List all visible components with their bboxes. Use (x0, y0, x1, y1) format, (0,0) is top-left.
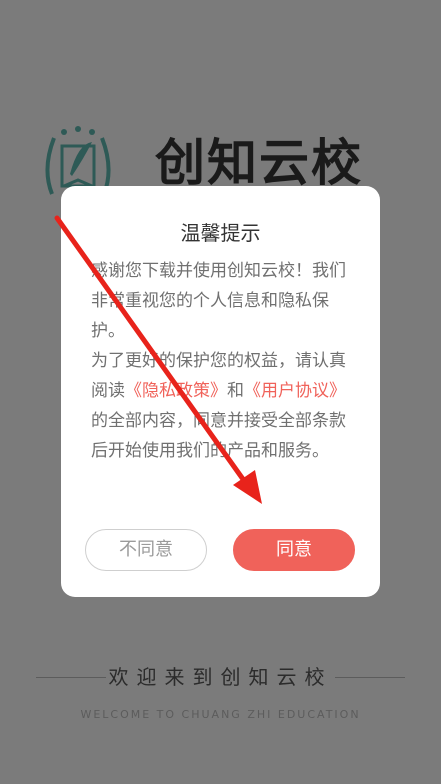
dialog-text: 和 (227, 381, 244, 401)
dialog-title: 温馨提示 (180, 221, 261, 245)
agree-button[interactable]: 同意 (233, 529, 355, 571)
user-agreement-link[interactable]: 《用户协议》 (244, 381, 346, 401)
dialog-paragraph: 为了更好的保护您的权益，请认真阅读《隐私政策》和《用户协议》的全部内容，同意并接… (91, 346, 353, 466)
disagree-button[interactable]: 不同意 (85, 529, 207, 571)
dialog-paragraph: 感谢您下载并使用创知云校！我们非常重视您的个人信息和隐私保护。 (91, 261, 346, 341)
privacy-policy-link[interactable]: 《隐私政策》 (125, 381, 227, 401)
app-logo-text: 创知云校 (155, 134, 363, 192)
dialog-message: 感谢您下载并使用创知云校！我们非常重视您的个人信息和隐私保护。 为了更好的保护您… (91, 256, 353, 466)
privacy-consent-dialog: 温馨提示 感谢您下载并使用创知云校！我们非常重视您的个人信息和隐私保护。 为了更… (61, 186, 380, 597)
divider (335, 677, 405, 678)
dialog-text: 的全部内容，同意并接受全部条款后开始使用我们的产品和服务。 (91, 411, 346, 461)
welcome-banner: 欢迎来到创知云校 (36, 662, 405, 692)
welcome-subtitle: WELCOME TO CHUANG ZHI EDUCATION (80, 708, 361, 721)
